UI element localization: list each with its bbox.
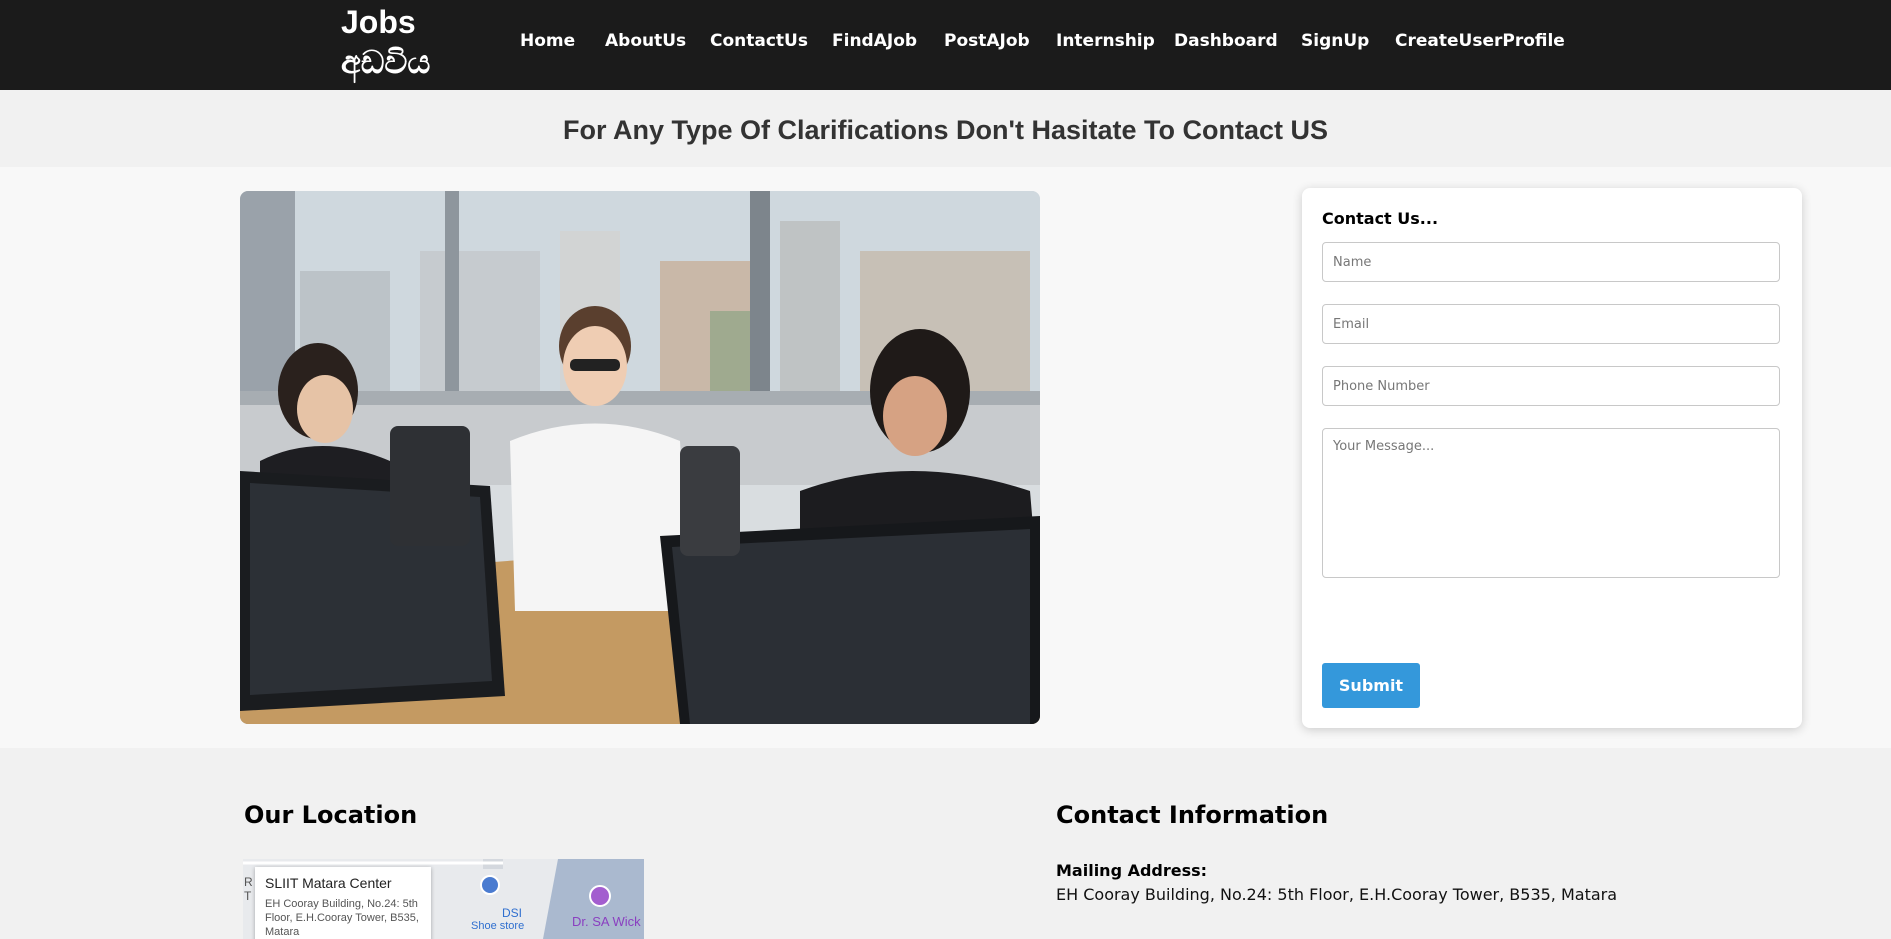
map-label-dsi: DSI xyxy=(502,906,523,920)
map-poi-icon[interactable] xyxy=(589,885,611,907)
top-navbar: Jobs අඩවිය Home AboutUs ContactUs FindAJ… xyxy=(0,0,1891,90)
brand-line1: Jobs xyxy=(341,4,416,40)
location-map[interactable]: R T DSI Shoe store Dr. SA Wick Statue (F… xyxy=(243,859,644,939)
nav-dashboard[interactable]: Dashboard xyxy=(1174,31,1278,51)
nav-home[interactable]: Home xyxy=(520,31,575,51)
mailing-address-value: EH Cooray Building, No.24: 5th Floor, E.… xyxy=(1056,885,1618,904)
map-label-statue: Dr. SA Wick Statue (Firs xyxy=(572,914,644,929)
map-info-window: SLIIT Matara Center EH Cooray Building, … xyxy=(255,867,431,939)
nav-create-user-profile[interactable]: CreateUserProfile xyxy=(1395,31,1565,51)
site-logo[interactable]: Jobs අඩවිය xyxy=(341,2,430,82)
map-place-name: SLIIT Matara Center xyxy=(265,875,392,891)
nav-contact-us[interactable]: ContactUs xyxy=(710,31,808,51)
message-textarea[interactable] xyxy=(1322,428,1780,578)
nav-post-a-job[interactable]: PostAJob xyxy=(944,31,1030,51)
name-input[interactable] xyxy=(1322,242,1780,282)
form-title: Contact Us... xyxy=(1322,209,1439,228)
contact-form-card: Contact Us... Submit xyxy=(1302,188,1802,728)
submit-button[interactable]: Submit xyxy=(1322,663,1420,708)
brand-line2: අඩවිය xyxy=(341,44,431,80)
map-label-shoe-store: Shoe store xyxy=(471,920,525,932)
contact-info-heading: Contact Information xyxy=(1056,801,1329,829)
nav-find-a-job[interactable]: FindAJob xyxy=(832,31,917,51)
page-title: For Any Type Of Clarifications Don't Has… xyxy=(563,115,1328,145)
mailing-address-label: Mailing Address: xyxy=(1056,861,1208,880)
nav-about-us[interactable]: AboutUs xyxy=(605,31,686,51)
email-input[interactable] xyxy=(1322,304,1780,344)
map-place-address: EH Cooray Building, No.24: 5th Floor, E.… xyxy=(265,898,419,938)
nav-sign-up[interactable]: SignUp xyxy=(1301,31,1369,51)
map-marker-icon[interactable] xyxy=(480,875,500,895)
phone-input[interactable] xyxy=(1322,366,1780,406)
call-center-photo xyxy=(240,191,1040,724)
location-heading: Our Location xyxy=(244,801,418,829)
nav-internship[interactable]: Internship xyxy=(1056,31,1155,51)
